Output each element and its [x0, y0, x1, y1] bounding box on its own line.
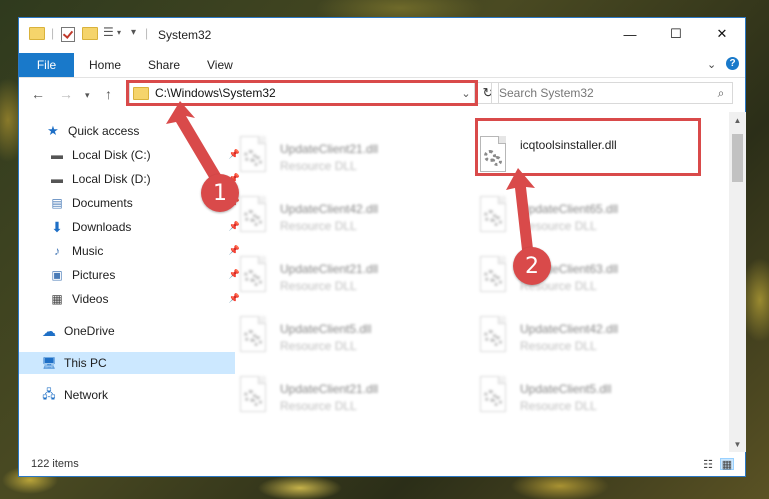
arrow-1 [166, 101, 224, 186]
step-2-badge: 2 [513, 247, 551, 285]
arrow-2 [506, 168, 535, 250]
annotation-arrows [166, 101, 535, 250]
step-1-badge: 1 [201, 174, 239, 212]
